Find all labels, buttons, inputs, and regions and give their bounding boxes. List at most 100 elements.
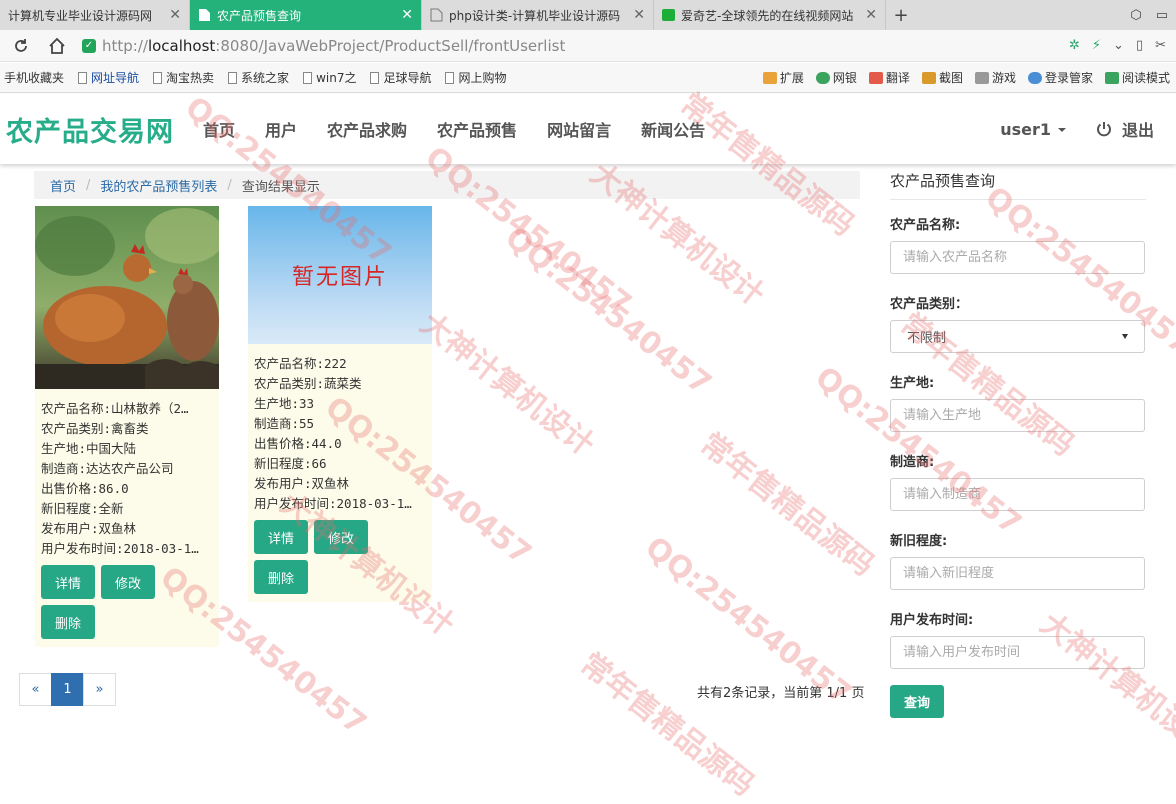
nav-news[interactable]: 新闻公告 (641, 117, 705, 141)
cut-icon[interactable]: ✂ (1155, 38, 1166, 53)
bookmark-item[interactable]: 网址导航 (78, 69, 139, 86)
edit-button[interactable]: 修改 (314, 520, 368, 554)
chevron-down-icon[interactable]: ⌄ (1113, 38, 1124, 53)
product-info: 农产品名称:222 农产品类别:蔬菜类 生产地:33 制造商:55 出售价格:4… (248, 344, 432, 514)
tab-label: php设计类-计算机毕业设计源码 (449, 8, 621, 23)
reading-mode[interactable]: 阅读模式 (1104, 69, 1170, 86)
watermark: QQ:254540457 (498, 220, 718, 403)
browser-tab-3[interactable]: php设计类-计算机毕业设计源码 ✕ (422, 0, 654, 30)
product-condition: 新旧程度:66 (254, 456, 327, 471)
translate-menu[interactable]: 翻译 (868, 69, 910, 86)
search-panel: 农产品预售查询 农产品名称: 农产品类别： 不限制 生产地: 制造商: 新旧程度… (890, 170, 1146, 718)
document-icon (370, 71, 380, 84)
document-icon (430, 8, 443, 22)
bookmark-item[interactable]: win7之 (303, 69, 356, 86)
screenshot-menu[interactable]: 截图 (921, 69, 963, 86)
product-condition: 新旧程度:全新 (41, 501, 124, 516)
close-icon[interactable]: ✕ (169, 7, 181, 23)
nav-product-presale[interactable]: 农产品预售 (437, 117, 517, 141)
maker-input[interactable] (890, 478, 1145, 511)
close-icon[interactable]: ✕ (401, 7, 413, 23)
reload-button[interactable] (6, 31, 36, 61)
origin-input[interactable] (890, 399, 1145, 432)
category-select[interactable]: 不限制 (890, 320, 1145, 353)
refresh-icon[interactable]: ✲ (1069, 38, 1080, 53)
card-actions: 详情 修改 删除 (35, 559, 219, 647)
page-1-button[interactable]: 1 (51, 673, 84, 706)
detail-button[interactable]: 详情 (254, 520, 308, 554)
browser-tab-4[interactable]: 爱奇艺-全球领先的在线视频网站 ✕ (654, 0, 886, 30)
product-time: 用户发布时间:2018-03-1… (41, 541, 199, 556)
bank-menu[interactable]: 网银 (815, 69, 857, 86)
bookmark-item[interactable]: 系统之家 (228, 69, 289, 86)
shirt-icon[interactable]: ⬡ (1130, 8, 1141, 23)
caret-down-icon (1057, 128, 1066, 132)
breadcrumb-separator: / (227, 177, 232, 193)
breadcrumb-separator: / (86, 177, 91, 193)
brand-logo[interactable]: 农产品交易网 (6, 110, 174, 149)
url-field[interactable]: ✓ http://localhost:8080/JavaWebProject/P… (82, 34, 1062, 58)
breadcrumb-home[interactable]: 首页 (50, 176, 76, 195)
user-area: user1 退出 (1000, 117, 1154, 141)
nav-home[interactable]: 首页 (203, 117, 235, 141)
product-image-placeholder[interactable]: 暂无图片 (248, 206, 432, 344)
logout-button[interactable]: 退出 (1096, 117, 1154, 141)
condition-input[interactable] (890, 557, 1145, 590)
tab-label: 爱奇艺-全球领先的在线视频网站 (681, 8, 854, 23)
close-icon[interactable]: ✕ (865, 7, 877, 23)
query-button[interactable]: 查询 (890, 685, 944, 718)
lightning-icon[interactable]: ⚡ (1092, 38, 1101, 53)
product-maker: 制造商:达达农产品公司 (41, 461, 174, 476)
time-label: 用户发布时间: (890, 613, 974, 628)
breadcrumb-list[interactable]: 我的农产品预售列表 (100, 176, 217, 195)
new-tab-button[interactable]: + (886, 0, 916, 30)
url-text: http://localhost:8080/JavaWebProject/Pro… (102, 36, 566, 55)
product-image[interactable] (35, 206, 219, 389)
prev-page-button[interactable]: « (19, 673, 52, 706)
record-summary: 共有2条记录，当前第 1/1 页 (697, 686, 865, 701)
browser-tab-bar: 计算机专业毕业设计源码网 ✕ 农产品预售查询 ✕ php设计类-计算机毕业设计源… (0, 0, 1176, 30)
translate-icon (868, 72, 883, 84)
breadcrumb: 首页 / 我的农产品预售列表 / 查询结果显示 (34, 171, 860, 199)
close-icon[interactable]: ✕ (633, 7, 645, 23)
category-select-value: 不限制 (907, 331, 947, 346)
reload-icon (15, 38, 27, 52)
bookmark-tools: 扩展 网银 翻译 截图 游戏 登录管家 阅读模式 (762, 69, 1176, 86)
delete-button[interactable]: 删除 (41, 605, 95, 639)
games-menu[interactable]: 游戏 (974, 69, 1016, 86)
breadcrumb-current: 查询结果显示 (241, 179, 320, 195)
bookmark-item[interactable]: 手机收藏夹 (4, 69, 64, 86)
product-price: 出售价格:44.0 (254, 436, 342, 451)
product-name: 农产品名称:222 (254, 356, 347, 371)
bookmark-item[interactable]: 网上购物 (445, 69, 506, 86)
browser-tab-1[interactable]: 计算机专业毕业设计源码网 ✕ (0, 0, 190, 30)
document-icon (303, 71, 313, 84)
publish-time-input[interactable] (890, 636, 1145, 669)
product-name-input[interactable] (890, 241, 1145, 274)
extensions-menu[interactable]: 扩展 (762, 69, 804, 86)
delete-button[interactable]: 删除 (254, 560, 308, 594)
product-category: 农产品类别:蔬菜类 (254, 376, 362, 391)
browser-tab-2[interactable]: 农产品预售查询 ✕ (190, 0, 422, 30)
product-name: 农产品名称:山林散养（2… (41, 401, 189, 416)
user-dropdown[interactable]: user1 (1000, 120, 1066, 139)
site-navbar: 农产品交易网 首页 用户 农产品求购 农产品预售 网站留言 新闻公告 user1… (0, 94, 1176, 164)
next-page-button[interactable]: » (83, 673, 116, 706)
nav-users[interactable]: 用户 (265, 117, 297, 141)
watermark: 大神计算机设计 (413, 306, 601, 464)
nav-product-wanted[interactable]: 农产品求购 (327, 117, 407, 141)
bookmark-item[interactable]: 淘宝热卖 (153, 69, 214, 86)
login-manager[interactable]: 登录管家 (1027, 69, 1093, 86)
bookmark-item[interactable]: 足球导航 (370, 69, 431, 86)
bookmark-bar: 手机收藏夹 网址导航 淘宝热卖 系统之家 win7之 足球导航 网上购物 扩展 … (0, 63, 1176, 93)
nav-messages[interactable]: 网站留言 (547, 117, 611, 141)
document-icon (78, 71, 88, 84)
edit-button[interactable]: 修改 (101, 565, 155, 599)
product-info: 农产品名称:山林散养（2… 农产品类别:禽畜类 生产地:中国大陆 制造商:达达农… (35, 389, 219, 559)
minimize-icon[interactable]: ▭ (1156, 8, 1168, 23)
phone-icon[interactable]: ▯ (1136, 38, 1143, 53)
detail-button[interactable]: 详情 (41, 565, 95, 599)
window-controls: ⬡ ▭ (1130, 0, 1176, 30)
card-actions: 详情 修改 删除 (248, 514, 432, 602)
home-button[interactable] (42, 31, 72, 61)
